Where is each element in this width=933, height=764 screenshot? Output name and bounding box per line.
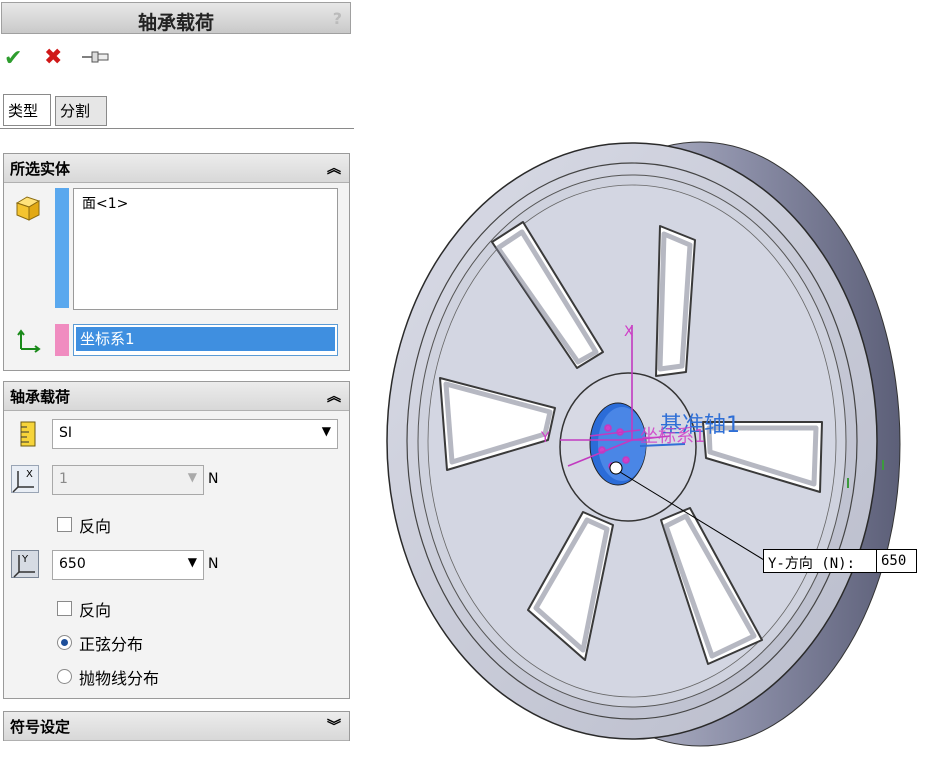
bearing-load-section: 轴承载荷 ︽ SI ▼ X 1 ▼ N 反向 Y 650 ▼ N 反向 正弦分布… <box>3 381 350 699</box>
x-force-input[interactable]: 1 ▼ <box>52 465 204 495</box>
list-item[interactable]: 面<1> <box>82 193 128 213</box>
selected-entities-title: 所选实体 <box>10 160 71 178</box>
faces-listbox[interactable]: 面<1> <box>73 188 338 310</box>
graphics-viewport[interactable]: 基准轴1 坐标系1 Y X <box>360 0 933 760</box>
panel-title: 轴承载荷 <box>137 12 214 34</box>
chevron-down-icon[interactable]: ▼ <box>188 470 197 484</box>
pushpin-icon[interactable] <box>80 48 110 66</box>
check-icon[interactable]: ✔ <box>4 46 22 71</box>
y-force-value: 650 <box>59 556 86 572</box>
x-force-value: 1 <box>59 471 68 487</box>
tab-bar: 类型 分割 <box>0 94 354 129</box>
help-icon[interactable]: ? <box>333 9 342 28</box>
y-force-input[interactable]: 650 ▼ <box>52 550 204 580</box>
unit-system-value: SI <box>59 425 73 441</box>
tab-type[interactable]: 类型 <box>3 94 51 126</box>
y-direction-icon[interactable]: Y <box>11 550 39 578</box>
bearing-load-title: 轴承载荷 <box>10 388 71 406</box>
y-unit-label: N <box>208 556 219 572</box>
y-axis-letter: Y <box>540 430 550 446</box>
x-unit-label: N <box>208 471 219 487</box>
symbol-settings-header[interactable]: 符号设定 ︾ <box>4 712 349 741</box>
x-reverse-checkbox[interactable] <box>57 517 72 532</box>
callout-label: Y-方向 (N): <box>768 556 856 572</box>
symbol-settings-section: 符号设定 ︾ <box>3 711 350 741</box>
force-callout[interactable]: Y-方向 (N): 650 <box>763 549 917 573</box>
coordinate-system-label[interactable]: 坐标系1 <box>640 426 705 447</box>
parabolic-distribution-label: 抛物线分布 <box>79 669 160 688</box>
unit-system-select[interactable]: SI ▼ <box>52 419 338 449</box>
chevron-down-icon[interactable]: ▼ <box>322 424 331 438</box>
y-reverse-label: 反向 <box>79 601 112 620</box>
collapse-up-icon[interactable]: ︽ <box>327 158 341 178</box>
coordinate-system-field[interactable]: 坐标系1 <box>73 324 338 356</box>
panel-toolbar: ✔ ✖ <box>0 42 354 76</box>
svg-text:X: X <box>26 469 33 480</box>
bearing-load-header[interactable]: 轴承载荷 ︽ <box>4 382 349 411</box>
x-direction-icon[interactable]: X <box>11 465 39 493</box>
svg-text:Y: Y <box>21 554 29 565</box>
callout-value[interactable]: 650 <box>876 550 921 572</box>
close-icon[interactable]: ✖ <box>44 45 62 70</box>
collapse-up-icon[interactable]: ︽ <box>327 386 341 406</box>
parabolic-distribution-radio[interactable] <box>57 669 72 684</box>
expand-down-icon[interactable]: ︾ <box>327 716 341 736</box>
coordinate-system-icon <box>17 329 41 353</box>
x-reverse-label: 反向 <box>79 517 112 536</box>
tab-split[interactable]: 分割 <box>55 96 107 126</box>
y-reverse-checkbox[interactable] <box>57 601 72 616</box>
x-axis-letter: X <box>624 324 634 340</box>
wheel-model[interactable]: 基准轴1 坐标系1 Y X <box>360 0 933 760</box>
sine-distribution-radio[interactable] <box>57 635 72 650</box>
face-icon <box>15 196 41 221</box>
symbol-settings-title: 符号设定 <box>10 718 71 736</box>
property-manager: 轴承载荷 ? ✔ ✖ 类型 分割 所选实体 ︽ 面<1> 坐标系1 轴承载荷 ︽… <box>0 0 354 760</box>
selected-entities-header[interactable]: 所选实体 ︽ <box>4 154 349 183</box>
coord-color-swatch <box>55 324 69 356</box>
faces-color-swatch <box>55 188 69 308</box>
coordinate-system-value: 坐标系1 <box>76 327 335 351</box>
selected-entities-section: 所选实体 ︽ 面<1> 坐标系1 <box>3 153 350 371</box>
chevron-down-icon[interactable]: ▼ <box>188 555 197 569</box>
panel-titlebar: 轴承载荷 ? <box>1 2 351 34</box>
units-ruler-icon <box>20 421 36 447</box>
sine-distribution-label: 正弦分布 <box>79 635 144 654</box>
